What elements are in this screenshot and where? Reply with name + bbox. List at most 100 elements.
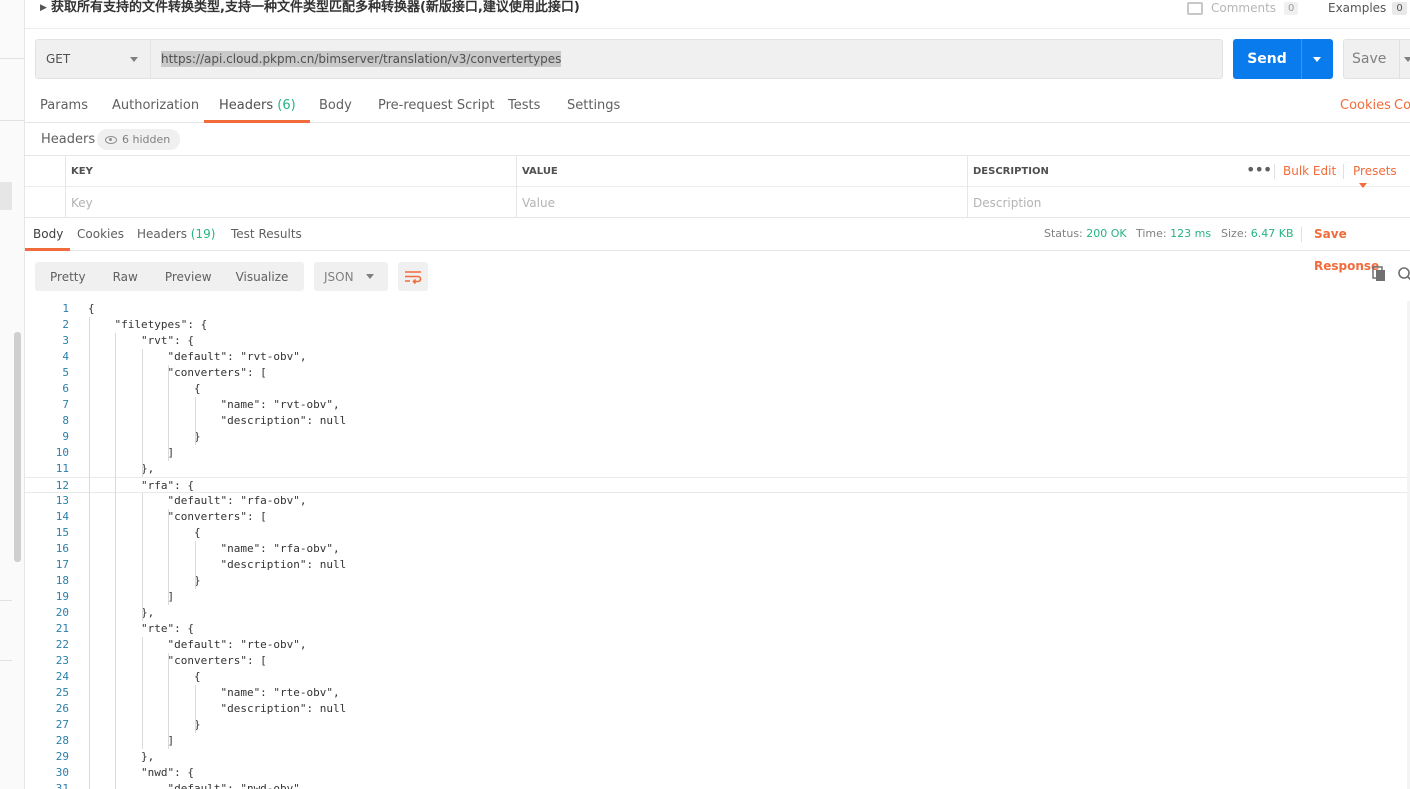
- code-line: 25 "name": "rte-obv",: [25, 685, 1410, 701]
- line-number: 31: [55, 782, 69, 789]
- save-options-arrow-icon[interactable]: [1404, 57, 1410, 62]
- tab-test-results[interactable]: Test Results: [231, 218, 302, 250]
- code-text: },: [88, 750, 155, 763]
- view-raw-button[interactable]: Raw: [113, 270, 138, 284]
- line-number: 20: [55, 606, 69, 619]
- col-description: DESCRIPTION: [967, 156, 1237, 187]
- line-number: 18: [55, 574, 69, 587]
- search-icon[interactable]: [1397, 266, 1410, 282]
- tab-settings[interactable]: Settings: [567, 89, 620, 122]
- response-size: Size: 6.47 KB: [1221, 218, 1294, 250]
- format-value: JSON: [324, 269, 354, 284]
- request-title[interactable]: 获取所有支持的文件转换类型,支持一种文件类型匹配多种转换器(新版接口,建议使用此…: [51, 0, 580, 16]
- line-number: 4: [62, 350, 69, 363]
- presets-label: Presets: [1353, 164, 1397, 178]
- sidebar-selected-item[interactable]: [0, 182, 12, 210]
- cookies-link[interactable]: Cookies: [1340, 89, 1391, 122]
- line-number: 21: [55, 622, 69, 635]
- examples-button[interactable]: Examples 0: [1328, 0, 1407, 16]
- headers-table-row: Key Value Description: [25, 187, 1410, 218]
- line-number: 14: [55, 510, 69, 523]
- bulk-edit-link[interactable]: Bulk Edit: [1283, 164, 1336, 178]
- tab-body[interactable]: Body: [319, 89, 352, 122]
- tab-tests[interactable]: Tests: [508, 89, 540, 122]
- send-button[interactable]: Send: [1233, 39, 1333, 79]
- code-line: 16 "name": "rfa-obv",: [25, 541, 1410, 557]
- headers-subheader: Headers 6 hidden: [25, 123, 1410, 156]
- tab-response-cookies[interactable]: Cookies: [77, 218, 124, 250]
- code-line: 7 "name": "rvt-obv",: [25, 397, 1410, 413]
- headers-label: Headers: [41, 132, 96, 147]
- code-line: 4 "default": "rvt-obv",: [25, 349, 1410, 365]
- method-value: GET: [46, 52, 71, 66]
- key-input[interactable]: Key: [65, 187, 516, 218]
- line-number: 7: [62, 398, 69, 411]
- line-number: 25: [55, 686, 69, 699]
- code-line: 11 },: [25, 461, 1410, 477]
- dropdown-arrow-icon: [366, 274, 374, 279]
- code-line: 1{: [25, 301, 1410, 317]
- view-pretty-button[interactable]: Pretty: [50, 270, 86, 284]
- save-response-button[interactable]: Save Response: [1314, 218, 1410, 282]
- tab-response-headers[interactable]: Headers (19): [137, 218, 215, 250]
- code-line: 14 "converters": [: [25, 509, 1410, 525]
- method-select[interactable]: GET: [35, 39, 151, 79]
- more-options-icon[interactable]: •••: [1246, 160, 1272, 179]
- sidebar-edge: [0, 0, 25, 789]
- tab-headers[interactable]: Headers (6): [204, 89, 310, 123]
- wrap-lines-button[interactable]: [398, 262, 428, 291]
- code-line: 31 "default": "nwd-obv",: [25, 781, 1410, 789]
- expand-caret-icon[interactable]: ▶: [40, 3, 47, 13]
- view-preview-button[interactable]: Preview: [165, 270, 212, 284]
- code-text: }: [88, 430, 201, 443]
- value-input[interactable]: Value: [516, 187, 967, 218]
- tab-response-body[interactable]: Body: [24, 218, 71, 251]
- code-line: 19 ]: [25, 589, 1410, 605]
- code-line: 18 }: [25, 573, 1410, 589]
- save-divider: [1399, 40, 1400, 78]
- line-number: 19: [55, 590, 69, 603]
- code-line: 27 }: [25, 717, 1410, 733]
- view-visualize-button[interactable]: Visualize: [236, 270, 289, 284]
- response-body-editor[interactable]: 1{2 "filetypes": {3 "rvt": {4 "default":…: [25, 301, 1410, 789]
- code-line: 3 "rvt": {: [25, 333, 1410, 349]
- save-button[interactable]: Save: [1343, 39, 1410, 79]
- hidden-headers-toggle[interactable]: 6 hidden: [97, 129, 181, 150]
- sidebar-scrollbar[interactable]: [14, 332, 21, 562]
- line-number: 30: [55, 766, 69, 779]
- response-tabs: Body Cookies Headers (19) Test Results S…: [24, 218, 1410, 273]
- code-text: },: [88, 462, 155, 475]
- indent-guide: [141, 637, 143, 749]
- code-line: 13 "default": "rfa-obv",: [25, 493, 1410, 509]
- code-line: 2 "filetypes": {: [25, 317, 1410, 333]
- code-link[interactable]: Co: [1394, 89, 1410, 122]
- copy-icon[interactable]: [1372, 266, 1386, 282]
- headers-table: KEY VALUE DESCRIPTION ••• Bulk Edit Pres…: [25, 156, 1410, 218]
- comments-label: Comments: [1211, 1, 1277, 15]
- code-text: "nwd": {: [88, 766, 194, 779]
- indent-guide: [194, 397, 196, 445]
- indent-guide: [141, 493, 143, 621]
- code-text: {: [88, 670, 201, 683]
- tab-authorization[interactable]: Authorization: [112, 89, 199, 122]
- code-text: "description": null: [88, 414, 347, 427]
- save-label: Save: [1352, 51, 1387, 67]
- description-input[interactable]: Description: [967, 187, 1410, 218]
- tab-params[interactable]: Params: [40, 89, 88, 122]
- sidebar-divider: [0, 58, 25, 59]
- format-select[interactable]: JSON: [314, 262, 388, 291]
- code-text: "default": "rvt-obv",: [88, 350, 307, 363]
- code-text: }: [88, 718, 201, 731]
- line-number: 10: [55, 446, 69, 459]
- code-line: 15 {: [25, 525, 1410, 541]
- code-line: 9 }: [25, 429, 1410, 445]
- line-number: 29: [55, 750, 69, 763]
- tab-prerequest-script[interactable]: Pre-request Script: [378, 89, 495, 122]
- url-input[interactable]: https://api.cloud.pkpm.cn/bimserver/tran…: [150, 39, 1223, 79]
- line-number: 12: [55, 479, 69, 492]
- comments-button[interactable]: Comments 0: [1187, 0, 1299, 16]
- code-text: },: [88, 606, 155, 619]
- time-label: Time:: [1136, 227, 1167, 240]
- send-options-arrow-icon[interactable]: [1313, 56, 1321, 62]
- code-line: 23 "converters": [: [25, 653, 1410, 669]
